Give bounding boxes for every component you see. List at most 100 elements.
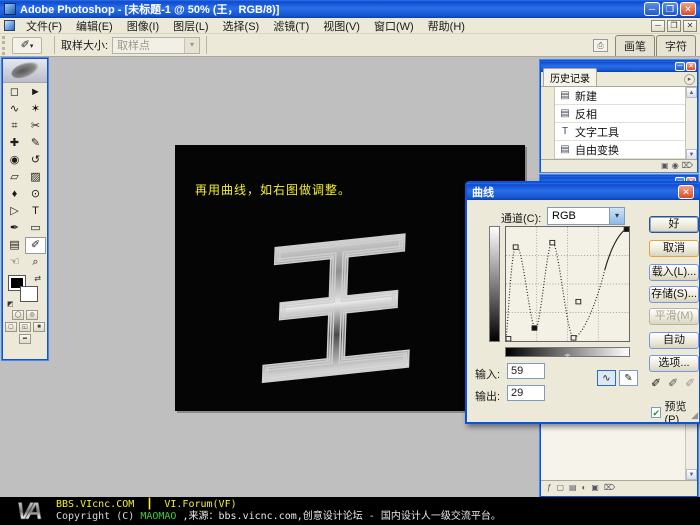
save-button[interactable]: 存储(S)... bbox=[649, 286, 699, 303]
curve-point-tool[interactable]: ∿ bbox=[597, 370, 616, 386]
layer-set-icon[interactable]: ▤ bbox=[569, 483, 577, 493]
history-item-0[interactable]: ▤新建 bbox=[541, 87, 697, 105]
ok-button[interactable]: 好 bbox=[649, 216, 699, 233]
eyedropper-tool-preset[interactable]: ✐▾ bbox=[12, 37, 42, 54]
clone-stamp-tool[interactable]: ◉ bbox=[4, 152, 25, 169]
menu-item-1[interactable]: 编辑(E) bbox=[69, 17, 120, 35]
menu-item-8[interactable]: 帮助(H) bbox=[421, 17, 472, 35]
healing-brush-tool[interactable]: ✚ bbox=[4, 135, 25, 152]
curve-point-2[interactable] bbox=[532, 326, 537, 330]
input-gradient-bar[interactable]: ◂▸ bbox=[505, 347, 630, 357]
curve-point-3[interactable] bbox=[550, 240, 555, 244]
curve-path-solid[interactable] bbox=[605, 228, 629, 270]
menu-item-3[interactable]: 图层(L) bbox=[166, 17, 215, 35]
menu-item-4[interactable]: 选择(S) bbox=[216, 17, 267, 35]
hand-tool[interactable]: ☜ bbox=[4, 254, 25, 271]
history-brush-tool[interactable]: ↺ bbox=[25, 152, 46, 169]
history-scrollbar[interactable]: ▲ ▼ bbox=[685, 87, 697, 160]
resize-grip-icon[interactable]: ◢ bbox=[691, 410, 698, 421]
background-color-swatch[interactable] bbox=[21, 287, 37, 301]
options-grip[interactable] bbox=[2, 36, 8, 55]
history-item-2[interactable]: T文字工具 bbox=[541, 123, 697, 141]
curve-point-1[interactable] bbox=[513, 245, 518, 249]
menu-item-7[interactable]: 窗口(W) bbox=[367, 17, 421, 35]
dodge-tool[interactable]: ⊙ bbox=[25, 186, 46, 203]
history-source-well[interactable] bbox=[541, 105, 555, 123]
load-button[interactable]: 载入(L)... bbox=[649, 264, 699, 281]
move-tool[interactable]: ► bbox=[25, 84, 46, 101]
slice-tool[interactable]: ✂ bbox=[25, 118, 46, 135]
history-source-well[interactable] bbox=[541, 141, 555, 159]
delete-state-icon[interactable]: ⌦ bbox=[682, 161, 693, 171]
doc-restore-button[interactable]: ❐ bbox=[667, 20, 681, 32]
history-source-well[interactable] bbox=[541, 87, 555, 105]
layer-style-icon[interactable]: ƒ bbox=[547, 483, 551, 493]
new-document-from-state-icon[interactable]: ▣ bbox=[661, 161, 669, 171]
curve-point-5[interactable] bbox=[576, 299, 581, 303]
curve-point-4[interactable] bbox=[571, 336, 576, 340]
character-palette-tab[interactable]: 字符 bbox=[656, 35, 696, 56]
gradient-tool[interactable]: ▨ bbox=[25, 169, 46, 186]
notes-tool[interactable]: ▤ bbox=[4, 237, 25, 254]
toolbox-header[interactable] bbox=[3, 59, 47, 83]
zoom-tool[interactable]: ⌕ bbox=[25, 254, 46, 271]
curve-point-0[interactable] bbox=[506, 337, 511, 341]
history-minimize-icon[interactable]: ─ bbox=[675, 62, 685, 71]
scroll-up-icon[interactable]: ▲ bbox=[686, 87, 697, 98]
history-item-3[interactable]: ▤自由变换 bbox=[541, 141, 697, 159]
history-tab[interactable]: 历史记录 bbox=[543, 68, 597, 86]
blur-tool[interactable]: ♦ bbox=[4, 186, 25, 203]
quick-mask-button-1[interactable]: ◎ bbox=[26, 310, 38, 320]
history-item-1[interactable]: ▤反相 bbox=[541, 105, 697, 123]
curve-pencil-tool[interactable]: ✎ bbox=[619, 370, 638, 386]
doc-close-button[interactable]: ✕ bbox=[683, 20, 697, 32]
output-field[interactable]: 29 bbox=[507, 385, 545, 401]
options-button[interactable]: 选项... bbox=[649, 355, 699, 372]
menu-item-6[interactable]: 视图(V) bbox=[316, 17, 367, 35]
new-snapshot-icon[interactable]: ◉ bbox=[672, 161, 679, 171]
brushes-palette-tab[interactable]: 画笔 bbox=[615, 35, 655, 56]
history-source-well[interactable] bbox=[541, 123, 555, 141]
history-menu-icon[interactable]: ▸ bbox=[684, 74, 695, 85]
jump-to-imageready-button-0[interactable]: ➦ bbox=[19, 334, 31, 344]
cancel-button[interactable]: 取消 bbox=[649, 240, 699, 257]
quick-mask-button-0[interactable]: ◯ bbox=[12, 310, 24, 320]
lasso-tool[interactable]: ∿ bbox=[4, 101, 25, 118]
curve-path-dotted[interactable] bbox=[506, 242, 605, 341]
path-selection-tool[interactable]: ▷ bbox=[4, 203, 25, 220]
menu-item-0[interactable]: 文件(F) bbox=[19, 17, 69, 35]
black-point-eyedropper[interactable]: ✐ bbox=[651, 376, 661, 390]
layer-mask-icon[interactable]: ▢ bbox=[556, 483, 564, 493]
gradient-split-icon[interactable]: ◂▸ bbox=[564, 352, 571, 359]
sample-size-select[interactable]: 取样点▾ bbox=[112, 37, 200, 54]
file-browser-icon[interactable]: ⎙ bbox=[593, 39, 608, 52]
gray-point-eyedropper[interactable]: ✐ bbox=[668, 376, 678, 390]
doc-minimize-button[interactable]: ─ bbox=[651, 20, 665, 32]
close-button[interactable]: ✕ bbox=[680, 2, 696, 16]
pen-tool[interactable]: ✒ bbox=[4, 220, 25, 237]
input-field[interactable]: 59 bbox=[507, 363, 545, 379]
default-colors-icon[interactable]: ◩ bbox=[7, 300, 14, 308]
shape-tool[interactable]: ▭ bbox=[25, 220, 46, 237]
new-layer-icon[interactable]: ▣ bbox=[591, 483, 599, 493]
scroll-down-icon[interactable]: ▼ bbox=[686, 149, 697, 160]
eyedropper-tool[interactable]: ✐ bbox=[25, 237, 46, 254]
delete-layer-icon[interactable]: ⌦ bbox=[604, 483, 615, 493]
curves-close-icon[interactable]: ✕ bbox=[678, 185, 694, 199]
curve-point-6[interactable] bbox=[624, 227, 629, 231]
curves-grid[interactable] bbox=[505, 226, 630, 342]
history-close-icon[interactable]: ✕ bbox=[686, 62, 696, 71]
screen-mode-button-1[interactable]: ◱ bbox=[19, 322, 31, 332]
menu-item-2[interactable]: 图像(I) bbox=[120, 17, 166, 35]
rectangular-marquee-tool[interactable]: ◻ bbox=[4, 84, 25, 101]
channel-select[interactable]: RGB▾ bbox=[547, 207, 625, 225]
type-tool[interactable]: T bbox=[25, 203, 46, 220]
minimize-button[interactable]: ─ bbox=[644, 2, 660, 16]
magic-wand-tool[interactable]: ✶ bbox=[25, 101, 46, 118]
swap-colors-icon[interactable]: ⇄ bbox=[34, 274, 41, 283]
screen-mode-button-0[interactable]: ▢ bbox=[5, 322, 17, 332]
auto-button[interactable]: 自动 bbox=[649, 332, 699, 349]
curves-title-bar[interactable]: 曲线 ✕ bbox=[467, 183, 699, 200]
adjustment-layer-icon[interactable]: ◐ bbox=[582, 483, 587, 493]
restore-button[interactable]: ❐ bbox=[662, 2, 678, 16]
